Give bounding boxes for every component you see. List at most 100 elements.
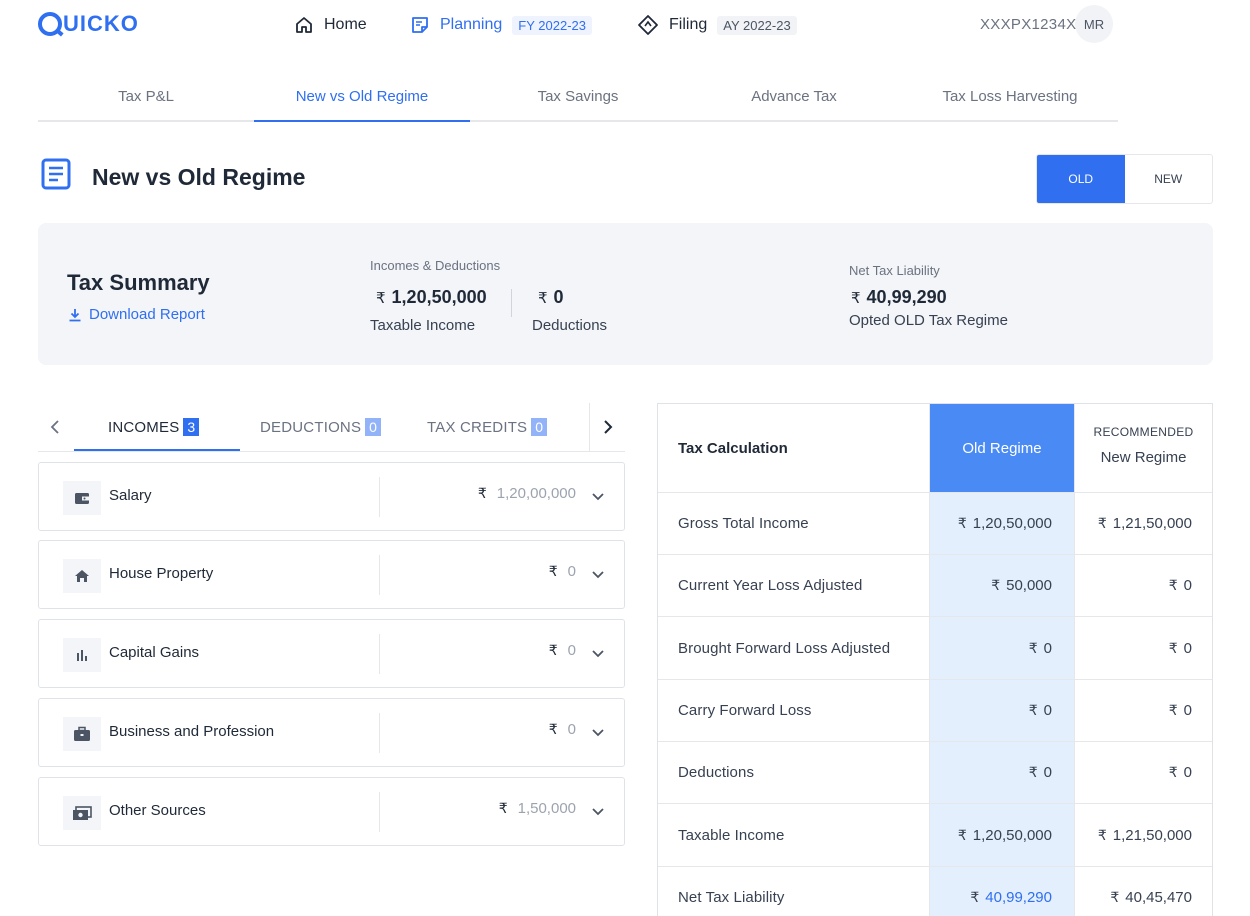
logo-text: UICKO [63,11,139,36]
value: 0 [1043,702,1052,719]
income-value: 0 [567,563,576,580]
old-regime-button[interactable]: OLD [1037,155,1125,203]
pan-number: XXXPX1234X [980,16,1077,33]
tab-incomes-label: INCOMES [108,418,180,436]
active-tab-underline [74,449,240,451]
nav-home[interactable]: Home [294,12,367,38]
chevron-down-icon [592,808,604,816]
old-regime-value: ₹1,20,50,000 [958,827,1052,844]
old-regime-header[interactable]: Old Regime [930,404,1074,492]
new-regime-button[interactable]: NEW [1125,155,1213,203]
tabs-scroll-left[interactable] [38,403,72,451]
income-value: 1,50,000 [517,800,576,817]
planning-fy-badge: FY 2022-23 [512,15,592,35]
table-row: Gross Total Income ₹1,20,50,000 ₹1,21,50… [658,493,1212,555]
tax-credits-count-badge: 0 [531,418,548,436]
value: 1,20,50,000 [972,515,1052,532]
old-regime-value: ₹50,000 [991,577,1052,594]
old-regime-value-link[interactable]: ₹40,99,290 [970,889,1052,906]
rupee-symbol: ₹ [957,515,967,531]
net-tax-liability-amount: 40,99,290 [866,287,947,307]
tab-tax-pl[interactable]: Tax P&L [38,78,254,120]
top-tabs: Tax P&L New vs Old Regime Tax Savings Ad… [38,78,1118,122]
summary-divider [511,289,512,317]
tax-calculation-title: Tax Calculation [678,440,788,457]
deductions-count-badge: 0 [365,418,382,436]
tab-new-vs-old-regime[interactable]: New vs Old Regime [254,78,470,122]
chevron-down-icon [592,493,604,501]
income-row-other-sources[interactable]: Other Sources ₹1,50,000 [38,777,625,846]
bar-chart-icon [63,638,101,672]
rupee-symbol: ₹ [477,485,487,501]
income-value: 0 [567,642,576,659]
rupee-symbol: ₹ [548,642,558,658]
opted-regime-label: Opted OLD Tax Regime [849,312,1008,329]
table-header: Tax Calculation Old Regime RECOMMENDED N… [658,404,1212,493]
deductions-value: ₹0 [538,287,564,308]
value: 0 [1183,640,1192,657]
tab-tax-credits[interactable]: TAX CREDITS 0 [427,403,548,451]
download-report-label: Download Report [89,306,205,323]
tab-advance-tax[interactable]: Advance Tax [686,78,902,120]
download-report-link[interactable]: Download Report [68,306,205,323]
tab-incomes[interactable]: INCOMES 3 [108,403,200,451]
tab-tax-savings[interactable]: Tax Savings [470,78,686,120]
home-icon [296,17,312,33]
tab-deductions[interactable]: DEDUCTIONS 0 [260,403,382,451]
value: 40,99,290 [985,889,1052,906]
rupee-symbol: ₹ [970,889,980,905]
income-label: Salary [109,487,152,504]
recommended-label: RECOMMENDED [1093,425,1194,439]
tab-tax-credits-label: TAX CREDITS [427,418,528,436]
old-regime-value: ₹1,20,50,000 [958,515,1052,532]
income-row-salary[interactable]: Salary ₹1,20,00,000 [38,462,625,531]
table-row: Brought Forward Loss Adjusted ₹0 ₹0 [658,618,1212,680]
rupee-symbol: ₹ [1028,702,1038,718]
rupee-symbol: ₹ [957,827,967,843]
rupee-symbol: ₹ [1168,577,1178,593]
taxable-income-label: Taxable Income [370,317,476,334]
quicko-logo[interactable]: UICKO [38,10,139,38]
nav-filing-label: Filing [669,16,708,33]
rupee-symbol: ₹ [1028,764,1038,780]
income-row-house-property[interactable]: House Property ₹0 [38,540,625,609]
row-label: Taxable Income [678,827,785,844]
new-regime-value: ₹1,21,50,000 [1098,827,1192,844]
value: 40,45,470 [1125,889,1192,906]
new-regime-header[interactable]: RECOMMENDED New Regime [1074,404,1213,492]
value: 50,000 [1006,577,1052,594]
tabs-scroll-right[interactable] [589,403,625,451]
income-row-capital-gains[interactable]: Capital Gains ₹0 [38,619,625,688]
new-regime-value: ₹0 [1169,640,1192,657]
regime-toggle: OLD NEW [1036,154,1213,204]
deductions-label: Deductions [532,317,608,334]
row-label: Carry Forward Loss [678,702,812,719]
new-regime-value: ₹40,45,470 [1110,889,1192,906]
table-row: Net Tax Liability ₹40,99,290 ₹40,45,470 [658,867,1212,916]
value: 1,21,50,000 [1112,827,1192,844]
nav-planning[interactable]: Planning FY 2022-23 [410,12,592,38]
row-label: Current Year Loss Adjusted [678,577,863,594]
chevron-down-icon [592,571,604,579]
row-divider [379,477,380,517]
table-row: Taxable Income ₹1,20,50,000 ₹1,21,50,000 [658,805,1212,867]
incomes-count-badge: 3 [183,418,200,436]
nav-filing[interactable]: Filing AY 2022-23 [637,12,797,38]
value: 0 [1183,577,1192,594]
value: 1,21,50,000 [1112,515,1192,532]
income-value: 1,20,00,000 [496,485,576,502]
rupee-symbol: ₹ [538,290,548,307]
income-value: 0 [567,721,576,738]
chevron-down-icon [592,650,604,658]
tab-tax-loss-harvesting[interactable]: Tax Loss Harvesting [902,78,1118,120]
briefcase-icon [63,717,101,751]
income-label: Business and Profession [109,723,275,740]
deductions-amount: 0 [553,287,564,307]
income-row-business-profession[interactable]: Business and Profession ₹0 [38,698,625,767]
income-amount: ₹1,50,000 [499,800,576,817]
rupee-symbol: ₹ [548,721,558,737]
value: 0 [1183,702,1192,719]
avatar[interactable]: MR [1075,5,1113,43]
row-label: Brought Forward Loss Adjusted [678,640,891,657]
income-amount: ₹0 [549,721,576,738]
